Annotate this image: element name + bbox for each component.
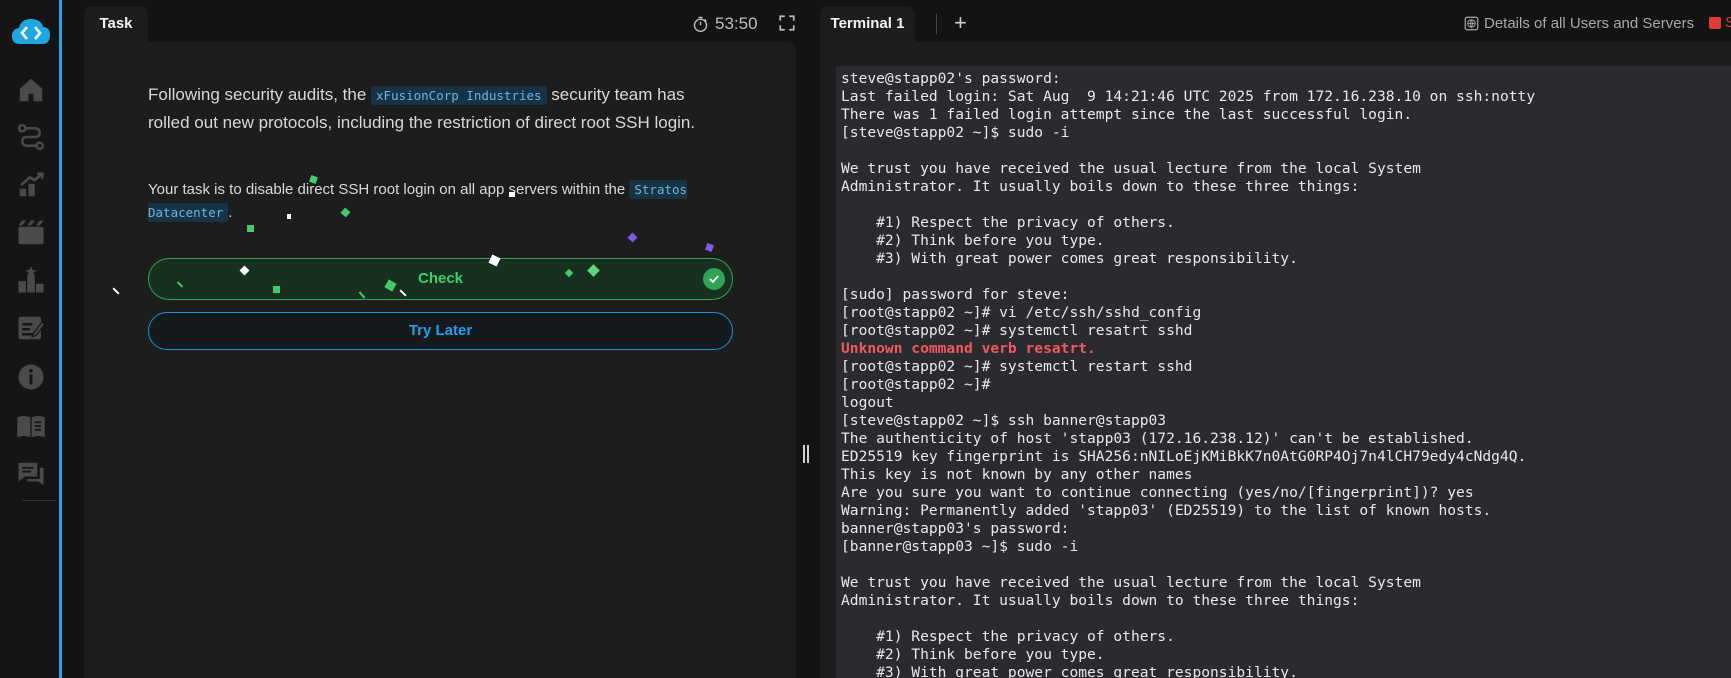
terminal-line: Administrator. It usually boils down to … (841, 178, 1360, 195)
growth-icon[interactable] (16, 170, 46, 200)
details-link-label: Details of all Users and Servers (1484, 14, 1695, 32)
terminal-line: #3) With great power comes great respons… (841, 250, 1298, 267)
terminal-line: #1) Respect the privacy of others. (841, 628, 1175, 645)
terminal-line: logout (841, 394, 894, 411)
tab-task[interactable]: Task (84, 6, 148, 42)
chat-icon[interactable] (16, 459, 46, 489)
timer: 53:50 (692, 12, 758, 36)
terminal-line: We trust you have received the usual lec… (841, 160, 1421, 177)
red-button-fragment[interactable]: S (1725, 14, 1731, 31)
company-code: xFusionCorp Industries (371, 86, 547, 105)
timer-value: 53:50 (715, 14, 758, 33)
terminal-output[interactable]: steve@stapp02's password: Last failed log… (836, 66, 1731, 678)
terminal-line: [root@stapp02 ~]# systemctl restart sshd (841, 358, 1193, 375)
terminal-line: #3) With great power comes great respons… (841, 664, 1298, 678)
task-pane: Task 53:50 Following security audits, th… (84, 0, 796, 678)
cloud-logo-icon[interactable] (10, 14, 52, 50)
book-icon[interactable] (16, 411, 46, 441)
check-success-icon (703, 268, 725, 290)
confetti (627, 232, 638, 243)
confetti (287, 214, 291, 219)
confetti (247, 225, 254, 232)
home-icon[interactable] (16, 75, 46, 105)
confetti (705, 243, 714, 252)
tab-terminal-1[interactable]: Terminal 1 (820, 6, 915, 42)
task-body: Following security audits, the xFusionCo… (84, 42, 796, 678)
terminal-error-line: Unknown command verb resatrt. (841, 340, 1096, 357)
terminal-area: steve@stapp02's password: Last failed log… (820, 42, 1731, 678)
terminal-line: #1) Respect the privacy of others. (841, 214, 1175, 231)
terminal-line: [steve@stapp02 ~]$ sudo -i (841, 124, 1070, 141)
pane-splitter[interactable] (803, 445, 811, 463)
details-users-servers-link[interactable]: Details of all Users and Servers (1464, 12, 1694, 34)
task-intro: Following security audits, the xFusionCo… (148, 81, 728, 136)
terminal-line: We trust you have received the usual lec… (841, 574, 1421, 591)
confetti (273, 286, 280, 293)
terminal-line: [root@stapp02 ~]# (841, 376, 991, 393)
terminal-line: #2) Think before you type. (841, 232, 1105, 249)
terminal-line: This key is not known by any other names (841, 466, 1193, 483)
try-later-button[interactable]: Try Later (148, 312, 733, 350)
path-icon[interactable] (16, 122, 46, 152)
tab-separator (936, 14, 937, 34)
terminal-line: [sudo] password for steve: (841, 286, 1070, 303)
sidebar (0, 0, 62, 678)
terminal-line: ED25519 key fingerprint is SHA256:nNILoE… (841, 448, 1527, 465)
terminal-line: [root@stapp02 ~]# vi /etc/ssh/sshd_confi… (841, 304, 1202, 321)
terminal-line: [root@stapp02 ~]# systemctl resatrt sshd (841, 322, 1193, 339)
globe-icon (1464, 16, 1479, 30)
terminal-line: #2) Think before you type. (841, 646, 1105, 663)
terminal-line: steve@stapp02's password: (841, 70, 1061, 87)
add-tab-button[interactable]: + (954, 12, 967, 34)
terminal-line: [banner@stapp03 ~]$ sudo -i (841, 538, 1079, 555)
info-icon[interactable] (16, 362, 46, 392)
task-description: Your task is to disable direct SSH root … (148, 178, 728, 224)
check-button[interactable]: Check (148, 258, 733, 300)
expand-icon[interactable] (778, 14, 796, 32)
terminal-line: There was 1 failed login attempt since t… (841, 106, 1413, 123)
terminal-line: The authenticity of host 'stapp03 (172.1… (841, 430, 1474, 447)
terminal-line: banner@stapp03's password: (841, 520, 1070, 537)
terminal-pane: Terminal 1 + Details of all Users and Se… (820, 0, 1731, 678)
task-description-text: Your task is to disable direct SSH root … (148, 181, 630, 198)
task-intro-text: Following security audits, the (148, 85, 371, 104)
sidebar-divider (22, 500, 56, 501)
check-button-label: Check (417, 270, 464, 287)
courses-icon[interactable] (16, 218, 46, 248)
confetti (112, 287, 120, 295)
terminal-line: Warning: Permanently added 'stapp03' (ED… (841, 502, 1492, 519)
terminal-line: Are you sure you want to continue connec… (841, 484, 1474, 501)
stop-icon[interactable] (1709, 17, 1721, 29)
terminal-line: Administrator. It usually boils down to … (841, 592, 1360, 609)
stopwatch-icon (693, 16, 708, 32)
terminal-line: Last failed login: Sat Aug 9 14:21:46 UT… (841, 88, 1536, 105)
task-description-end: . (228, 204, 233, 221)
notes-icon[interactable] (16, 313, 46, 343)
leaderboard-icon[interactable] (16, 265, 46, 295)
confetti (509, 192, 515, 197)
terminal-line: [steve@stapp02 ~]$ ssh banner@stapp03 (841, 412, 1167, 429)
